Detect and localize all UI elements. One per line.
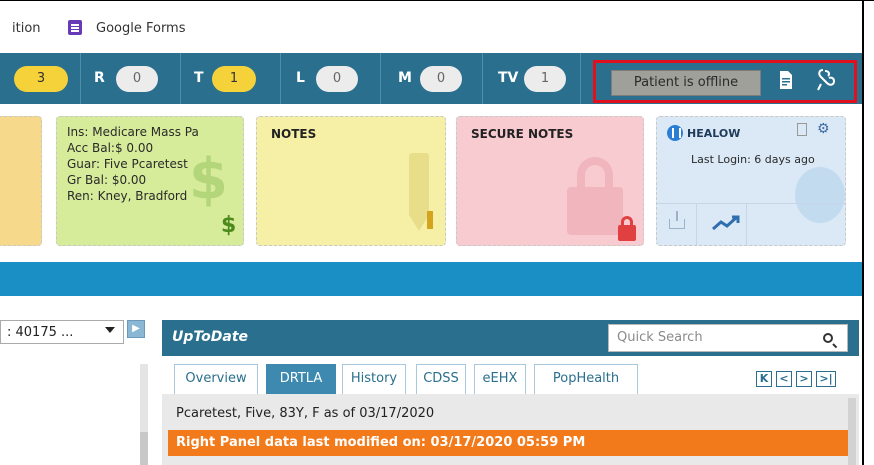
patient-info-line: Pcaretest, Five, 83Y, F as of 03/17/2020 [176,406,435,421]
chevron-down-icon [105,327,115,333]
left-scrollbar-thumb[interactable] [140,432,148,465]
gear-icon[interactable]: ⚙ [817,122,831,136]
counter-label: M [398,70,412,86]
pencil-icon [427,211,433,229]
account-balance: Acc Bal:$ 0.00 [67,141,154,155]
bookmark-partial[interactable]: ition [12,21,41,36]
lock-watermark-icon [567,187,623,235]
notes-title: NOTES [271,127,317,141]
encounter-select[interactable]: : 40175 ... [0,320,124,344]
insurance-line: Ins: Medicare Mass Pa [67,125,199,139]
healow-logo-icon [667,125,683,141]
divider [380,53,381,104]
stethoscope-icon[interactable] [815,68,837,92]
uptodate-tabs: Overview DRTLA History CDSS eEHX PopHeal… [162,356,859,394]
divider [180,53,181,104]
pager-first-button[interactable]: K [756,371,772,387]
tab-eehx[interactable]: eEHX [474,364,526,394]
divider [280,53,281,104]
uptodate-panel: UpToDate Overview DRTLA History CDSS eEH… [162,320,859,465]
counter-label: R [94,70,105,86]
healow-card[interactable]: HEALOW ⚙ Last Login: 6 days ago [656,116,846,246]
pencil-tip [409,215,429,231]
uptodate-title: UpToDate [172,329,249,345]
pager-next-button[interactable]: > [796,371,812,387]
healow-watermark-icon [795,167,845,223]
modified-alert-text: Right Panel data last modified on: 03/17… [176,435,586,450]
insurance-card[interactable]: $ Ins: Medicare Mass Pa Acc Bal:$ 0.00 G… [56,116,244,246]
healow-title: HEALOW [687,127,741,140]
download-icon [669,211,685,229]
last-login-text: Last Login: 6 days ago [691,153,815,166]
bookmark-icon[interactable] [797,123,807,136]
divider [80,53,81,104]
divider [580,53,581,104]
card-partial[interactable] [0,116,42,246]
dollar-icon: $ [221,213,237,238]
counter-pill: 0 [316,66,358,92]
counter-label: L [296,70,305,86]
google-forms-icon [68,20,82,35]
tab-drtla[interactable]: DRTLA [266,364,336,394]
lock-icon [618,225,636,241]
pencil-watermark-icon [409,153,429,215]
panel-scrollbar[interactable] [848,398,856,465]
window-right-border [862,0,864,465]
tab-history[interactable]: History [342,364,406,394]
tab-overview[interactable]: Overview [174,364,258,394]
guarantor: Guar: Five Pcaretest [67,157,188,171]
counter-label: TV [498,70,519,86]
guarantor-balance: Gr Bal: $0.00 [67,173,147,187]
section-band [0,262,862,296]
counter-pill: 0 [116,66,158,92]
pager-last-button[interactable]: >| [816,371,836,387]
rendering-provider: Ren: Kney, Bradford [67,189,188,203]
secure-notes-card[interactable]: SECURE NOTES [456,116,644,246]
divider [482,53,483,104]
encounter-select-value: : 40175 ... [7,325,74,340]
quick-search-input[interactable] [617,330,817,345]
document-icon[interactable] [779,70,793,90]
patient-offline-button[interactable]: Patient is offline [611,70,761,96]
bookmarks-bar: ition Google Forms [0,1,862,53]
trend-icon [712,215,740,231]
tab-pophealth[interactable]: PopHealth [534,364,638,394]
bookmark-google-forms[interactable]: Google Forms [96,21,186,36]
healow-trend-button[interactable] [697,203,747,245]
uptodate-header: UpToDate [162,320,859,356]
notes-card[interactable]: NOTES [256,116,446,246]
healow-download-button[interactable] [657,203,697,245]
modified-alert-bar: Right Panel data last modified on: 03/17… [168,430,850,456]
tab-cdss[interactable]: CDSS [416,364,466,394]
patient-status-group: Patient is offline [593,60,857,103]
next-arrow-button[interactable]: ▶ [127,320,145,338]
secure-notes-title: SECURE NOTES [471,127,574,141]
counter-pill: 1 [524,66,566,92]
quick-search-box[interactable] [608,324,848,352]
counter-pill: 3 [14,66,68,92]
counter-pill: 1 [212,66,256,92]
counter-pill: 0 [420,66,462,92]
counter-label: T [194,70,204,86]
search-icon[interactable] [823,333,833,343]
dollar-watermark-icon: $ [189,147,228,212]
pager-prev-button[interactable]: < [776,371,792,387]
